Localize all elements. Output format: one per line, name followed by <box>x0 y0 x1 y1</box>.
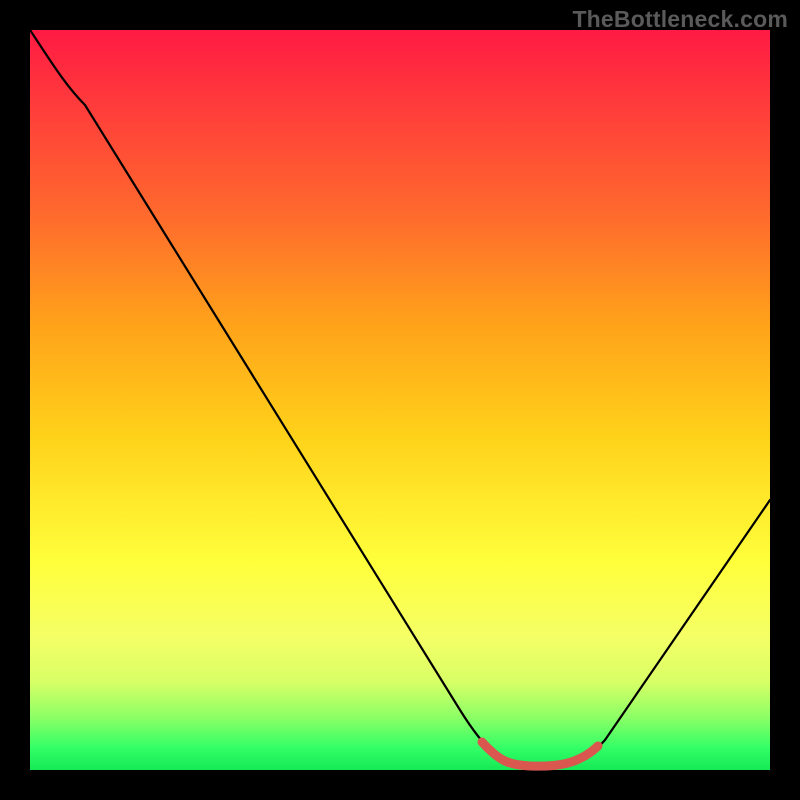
optimal-range-highlight-line <box>482 742 598 766</box>
chart-container: TheBottleneck.com <box>0 0 800 800</box>
chart-svg <box>30 30 770 770</box>
bottleneck-curve-line <box>30 30 770 765</box>
watermark-text: TheBottleneck.com <box>572 6 788 33</box>
